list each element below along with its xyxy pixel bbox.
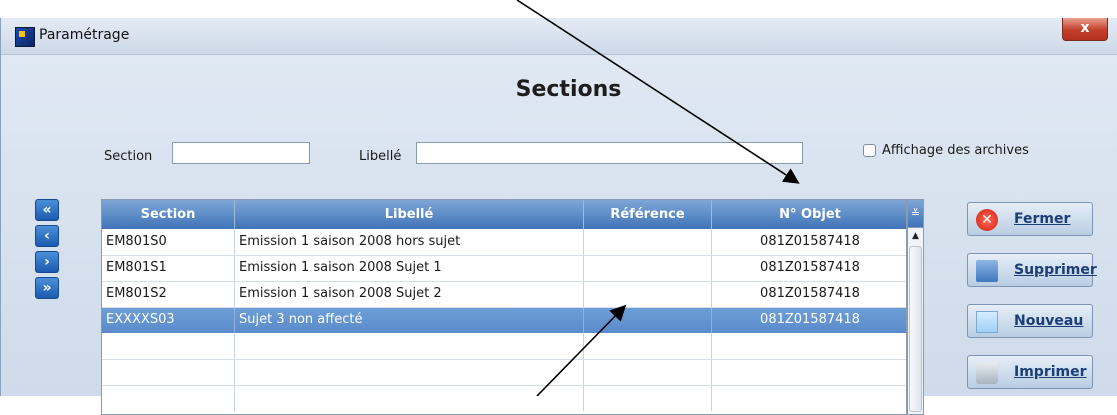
archives-checkbox-label: Affichage des archives	[882, 143, 1029, 158]
paramétrage-window: Paramétrage x Sections Section Libellé A…	[0, 18, 1117, 415]
libelle-filter-input[interactable]	[416, 142, 803, 164]
table-scrollbar[interactable]: ▲	[907, 228, 924, 415]
empty-row	[102, 359, 906, 385]
app-icon	[15, 27, 35, 47]
previous-record-button[interactable]: ‹	[35, 225, 59, 247]
cell-objet: 081Z01587418	[760, 234, 860, 249]
section-filter-input[interactable]	[172, 142, 310, 164]
table-header: Section Libellé Référence N° Objet	[102, 200, 906, 229]
nouveau-button[interactable]: Nouveau	[967, 304, 1093, 338]
cell-libelle: Emission 1 saison 2008 Sujet 2	[235, 281, 584, 307]
cell-reference	[584, 307, 712, 333]
empty-row	[102, 385, 906, 411]
archives-checkbox[interactable]	[863, 144, 876, 157]
table-row[interactable]: EM801S1 Emission 1 saison 2008 Sujet 1 0…	[102, 255, 906, 281]
printer-icon	[976, 362, 998, 384]
column-header-libelle[interactable]: Libellé	[235, 200, 584, 229]
table-row[interactable]: EM801S2 Emission 1 saison 2008 Sujet 2 0…	[102, 281, 906, 307]
trash-icon	[976, 260, 998, 282]
empty-row	[102, 333, 906, 359]
first-record-button[interactable]: «	[35, 199, 59, 221]
column-chooser-icon[interactable]: ≚	[907, 199, 924, 228]
cell-reference	[584, 281, 712, 307]
cell-libelle: Emission 1 saison 2008 Sujet 1	[235, 255, 584, 281]
scroll-thumb[interactable]	[909, 246, 922, 412]
close-icon: ✕	[976, 209, 998, 231]
last-record-button[interactable]: »	[35, 277, 59, 299]
imprimer-button[interactable]: Imprimer	[967, 355, 1093, 389]
column-header-section[interactable]: Section	[102, 200, 235, 229]
cell-reference	[584, 255, 712, 281]
window-title: Paramétrage	[39, 27, 130, 43]
cell-section: EXXXXS03	[102, 307, 235, 333]
cell-objet: 081Z01587418	[760, 312, 860, 327]
cell-reference	[584, 229, 712, 255]
nouveau-button-label: Nouveau	[1014, 313, 1084, 329]
cell-section: EM801S2	[102, 281, 235, 307]
fermer-button[interactable]: ✕ Fermer	[967, 202, 1093, 236]
cell-section: EM801S1	[102, 255, 235, 281]
new-document-icon	[976, 311, 998, 333]
form-content: Sections Section Libellé Affichage des a…	[1, 55, 1117, 415]
cell-libelle: Emission 1 saison 2008 hors sujet	[235, 229, 584, 255]
fermer-button-label: Fermer	[1014, 211, 1071, 227]
cell-objet: 081Z01587418	[760, 286, 860, 301]
title-bar: Paramétrage x	[1, 18, 1117, 55]
imprimer-button-label: Imprimer	[1014, 364, 1087, 380]
cell-objet: 081Z01587418	[760, 260, 860, 275]
column-header-reference[interactable]: Référence	[584, 200, 712, 229]
window-close-button[interactable]: x	[1062, 18, 1108, 41]
cell-section: EM801S0	[102, 229, 235, 255]
cell-libelle: Sujet 3 non affecté	[235, 307, 584, 333]
sections-table: Section Libellé Référence N° Objet EM801…	[101, 199, 907, 415]
next-record-button[interactable]: ›	[35, 251, 59, 273]
table-row-selected[interactable]: EXXXXS03 Sujet 3 non affecté 081Z0158741…	[102, 307, 906, 333]
scroll-up-arrow-icon[interactable]: ▲	[908, 228, 923, 244]
supprimer-button[interactable]: Supprimer	[967, 253, 1097, 287]
supprimer-button-label: Supprimer	[1014, 262, 1097, 278]
table-row[interactable]: EM801S0 Emission 1 saison 2008 hors suje…	[102, 229, 906, 255]
libelle-filter-label: Libellé	[359, 149, 402, 164]
section-filter-label: Section	[104, 149, 153, 164]
column-header-objet[interactable]: N° Objet	[712, 200, 906, 229]
page-heading: Sections	[515, 77, 622, 102]
